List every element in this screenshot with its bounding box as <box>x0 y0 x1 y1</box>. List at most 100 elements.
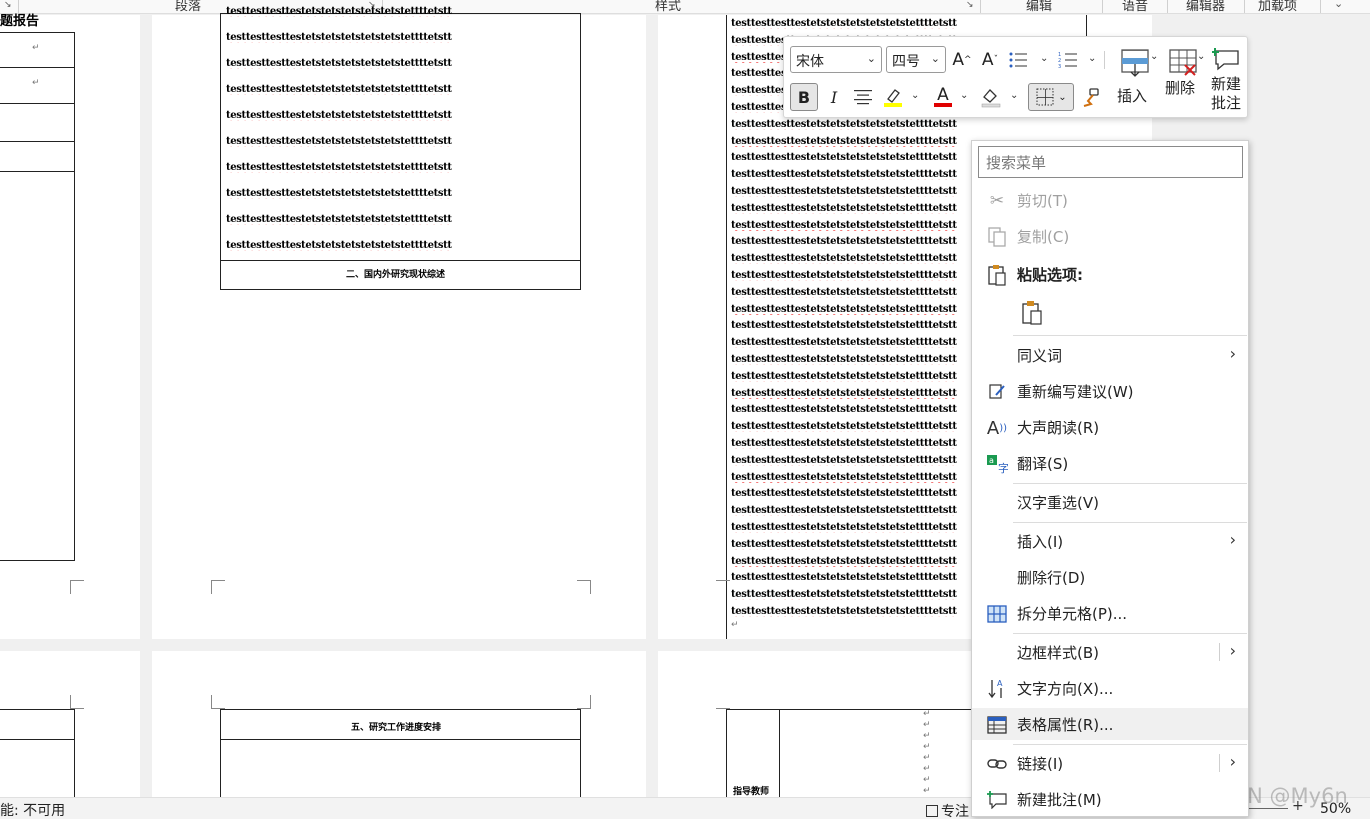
paste-keep-formatting-icon[interactable] <box>1018 299 1046 327</box>
text-line[interactable]: testtesttesttestetstetstetstetstetstettt… <box>731 505 971 516</box>
advisor-label[interactable]: 指导教师 <box>733 784 769 797</box>
chevron-down-icon[interactable]: ⌄ <box>1010 90 1018 101</box>
borders-button[interactable]: ⌄ <box>1028 83 1074 111</box>
text-line[interactable]: testtesttesttestetstetstetstetstetstettt… <box>226 214 576 225</box>
text-line[interactable]: testtesttesttestetstetstetstetstetstettt… <box>226 84 576 95</box>
shading-icon[interactable] <box>978 83 1004 111</box>
text-line[interactable]: testtesttesttestetstetstetstetstetstettt… <box>731 169 971 180</box>
chevron-right-icon[interactable]: › <box>1230 641 1236 660</box>
highlight-icon[interactable] <box>880 83 906 111</box>
collapse-ribbon-icon[interactable]: ⌄ <box>1334 0 1343 10</box>
text-line[interactable]: testtesttesttestetstetstetstetstetstettt… <box>731 136 971 147</box>
menu-item-border-styles[interactable]: 边框样式(B) › <box>972 636 1248 668</box>
center-align-icon[interactable] <box>850 83 876 111</box>
dialog-launcher-icon[interactable]: ↘ <box>4 0 12 10</box>
text-line[interactable]: testtesttesttestetstetstetstetstetstettt… <box>226 58 576 69</box>
zoom-slider[interactable] <box>1248 808 1288 809</box>
text-line[interactable]: testtesttesttestetstetstetstetstetstettt… <box>731 270 971 281</box>
menu-search-input[interactable]: 搜索菜单 <box>978 146 1243 178</box>
grow-font-icon[interactable]: A ^ <box>950 46 974 74</box>
table-insert-icon[interactable] <box>1116 43 1154 83</box>
table[interactable]: testtesttesttestetstetstetstetstetstettt… <box>220 6 581 290</box>
font-name-select[interactable]: 宋体 ⌄ <box>790 46 882 73</box>
text-line[interactable]: testtesttesttestetstetstetstetstetstettt… <box>731 236 971 247</box>
document-page-1[interactable]: 题报告 ↵ ↵ <box>0 14 140 639</box>
italic-button[interactable]: I <box>822 83 846 111</box>
text-line[interactable]: testtesttesttestetstetstetstetstetstettt… <box>731 522 971 533</box>
chevron-down-icon[interactable]: ⌄ <box>1197 51 1205 62</box>
text-line[interactable]: testtesttesttestetstetstetstetstetstettt… <box>731 455 971 466</box>
document-page-5[interactable]: 五、研究工作进度安排 <box>152 651 646 809</box>
focus-mode-button[interactable]: 专注 <box>926 801 969 819</box>
text-line[interactable]: testtesttesttestetstetstetstetstetstettt… <box>731 539 971 550</box>
menu-item-reconvert[interactable]: 汉字重选(V) <box>972 486 1248 518</box>
new-comment-icon[interactable] <box>1209 43 1243 77</box>
text-line[interactable]: testtesttesttestetstetstetstetstetstettt… <box>731 388 971 399</box>
table[interactable]: ↵ ↵ <box>0 32 75 561</box>
table[interactable] <box>0 709 75 809</box>
text-line[interactable]: testtesttesttestetstetstetstetstetstettt… <box>731 371 971 382</box>
text-line[interactable]: testtesttesttestetstetstetstetstetstettt… <box>226 136 576 147</box>
text-line[interactable]: testtesttesttestetstetstetstetstetstettt… <box>731 572 971 583</box>
menu-item-text-direction[interactable]: A 文字方向(X)... <box>972 672 1248 704</box>
document-page-4[interactable] <box>0 651 140 809</box>
text-line[interactable]: testtesttesttestetstetstetstetstetstettt… <box>731 18 971 29</box>
chevron-down-icon[interactable]: ⌄ <box>1150 51 1158 62</box>
menu-item-table-properties[interactable]: 表格属性(R)... <box>972 708 1248 740</box>
menu-item-copy[interactable]: 复制(C) <box>972 220 1248 252</box>
text-line[interactable]: testtesttesttestetstetstetstetstetstettt… <box>731 488 971 499</box>
text-line[interactable]: testtesttesttestetstetstetstetstetstettt… <box>731 152 971 163</box>
document-page-2[interactable]: testtesttesttestetstetstetstetstetstettt… <box>152 6 646 639</box>
accessibility-status[interactable]: 能: 不可用 <box>0 800 65 819</box>
text-line[interactable]: testtesttesttestetstetstetstetstetstettt… <box>731 203 971 214</box>
insert-label[interactable]: 插入 <box>1117 85 1147 106</box>
table[interactable]: 五、研究工作进度安排 <box>220 709 581 809</box>
new-comment-label[interactable]: 新建 批注 <box>1211 75 1241 113</box>
numbering-icon[interactable]: 123 <box>1056 46 1080 74</box>
styles-launcher-icon[interactable]: ↘ <box>966 0 974 10</box>
text-line[interactable]: testtesttesttestetstetstetstetstetstettt… <box>731 220 971 231</box>
text-line[interactable]: testtesttesttestetstetstetstetstetstettt… <box>731 304 971 315</box>
text-line[interactable]: testtesttesttestetstetstetstetstetstettt… <box>731 337 971 348</box>
menu-item-cut[interactable]: ✂ 剪切(T) <box>972 184 1248 216</box>
font-size-select[interactable]: 四号 ⌄ <box>886 46 946 73</box>
format-painter-icon[interactable] <box>1078 83 1104 111</box>
text-line[interactable]: testtesttesttestetstetstetstetstetstettt… <box>226 188 576 199</box>
menu-item-delete-row[interactable]: 删除行(D) <box>972 561 1248 593</box>
text-line[interactable]: testtesttesttestetstetstetstetstetstettt… <box>731 186 971 197</box>
shrink-font-icon[interactable]: Aˇ <box>978 46 1002 74</box>
chevron-down-icon[interactable]: ⌄ <box>1040 53 1048 64</box>
menu-item-rewrite[interactable]: 重新编写建议(W) <box>972 375 1248 407</box>
text-line[interactable]: testtesttesttestetstetstetstetstetstettt… <box>731 320 971 331</box>
menu-item-link[interactable]: 链接(I) › <box>972 747 1248 779</box>
font-color-icon[interactable]: A <box>930 83 956 111</box>
text-line[interactable]: testtesttesttestetstetstetstetstetstettt… <box>731 253 971 264</box>
menu-item-insert[interactable]: 插入(I) › <box>972 525 1248 557</box>
text-line[interactable]: testtesttesttestetstetstetstetstetstettt… <box>731 354 971 365</box>
text-block[interactable]: testtesttesttestetstetstetstetstetstettt… <box>226 6 576 259</box>
text-line[interactable]: testtesttesttestetstetstetstetstetstettt… <box>731 287 971 298</box>
menu-item-synonyms[interactable]: 同义词 › <box>972 339 1248 371</box>
text-line[interactable]: testtesttesttestetstetstetstetstetstettt… <box>731 421 971 432</box>
bold-button[interactable]: B <box>790 83 818 111</box>
menu-item-translate[interactable]: a字 翻译(S) <box>972 447 1248 479</box>
section-heading[interactable]: 五、研究工作进度安排 <box>351 720 441 733</box>
text-line[interactable]: testtesttesttestetstetstetstetstetstettt… <box>226 162 576 173</box>
text-line[interactable]: testtesttesttestetstetstetstetstetstettt… <box>731 472 971 483</box>
menu-item-new-comment[interactable]: 新建批注(M) <box>972 783 1248 815</box>
text-line[interactable]: testtesttesttestetstetstetstetstetstettt… <box>226 6 576 17</box>
bullets-icon[interactable] <box>1006 46 1030 74</box>
text-line[interactable]: testtesttesttestetstetstetstetstetstettt… <box>226 240 576 251</box>
chevron-down-icon[interactable]: ⌄ <box>911 90 919 101</box>
text-line[interactable]: testtesttesttestetstetstetstetstetstettt… <box>731 404 971 415</box>
text-line[interactable]: testtesttesttestetstetstetstetstetstettt… <box>731 606 971 617</box>
text-line[interactable]: testtesttesttestetstetstetstetstetstettt… <box>226 32 576 43</box>
text-line[interactable]: testtesttesttestetstetstetstetstetstettt… <box>731 119 971 130</box>
menu-item-split-cells[interactable]: 拆分单元格(P)... <box>972 597 1248 629</box>
menu-item-read-aloud[interactable]: A)) 大声朗读(R) <box>972 411 1248 443</box>
chevron-right-icon[interactable]: › <box>1230 752 1236 771</box>
text-line[interactable]: testtesttesttestetstetstetstetstetstettt… <box>731 438 971 449</box>
delete-label[interactable]: 删除 <box>1165 77 1195 98</box>
section-heading[interactable]: 二、国内外研究现状综述 <box>346 267 445 280</box>
text-line[interactable]: testtesttesttestetstetstetstetstetstettt… <box>731 589 971 600</box>
